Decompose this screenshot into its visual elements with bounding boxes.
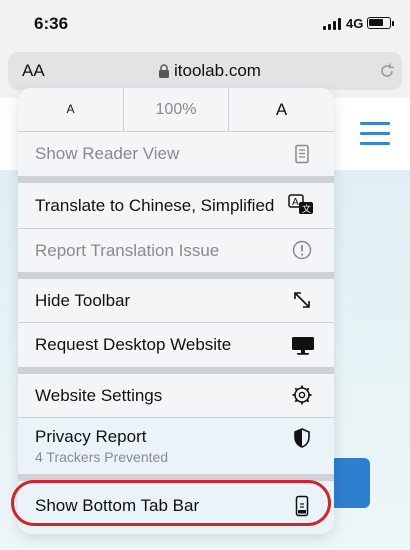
highlight-annotation — [11, 480, 331, 526]
menu-item-hide-toolbar[interactable]: Hide Toolbar — [18, 279, 334, 322]
privacy-report-label: Privacy Report — [35, 427, 147, 446]
exclamation-circle-icon — [292, 240, 312, 260]
url-text[interactable]: itoolab.com — [174, 61, 261, 81]
trackers-prevented-label: 4 Trackers Prevented — [35, 449, 169, 465]
request-desktop-label: Request Desktop Website — [35, 335, 232, 354]
arrows-expand-icon — [294, 292, 310, 308]
reader-view-label: Show Reader View — [35, 144, 180, 163]
status-time: 6:36 — [34, 14, 69, 33]
zoom-level: 100% — [155, 101, 197, 118]
reader-view-icon — [295, 144, 309, 164]
menu-item-translate[interactable]: Translate to Chinese, Simplified A 文 — [18, 183, 334, 228]
reload-icon[interactable] — [378, 62, 396, 80]
hamburger-menu-icon[interactable] — [360, 122, 390, 146]
font-size-controls: A 100% A — [18, 88, 334, 131]
shield-icon — [294, 428, 310, 448]
website-settings-label: Website Settings — [35, 386, 163, 405]
menu-item-request-desktop[interactable]: Request Desktop Website — [18, 323, 334, 367]
lock-icon — [159, 64, 169, 78]
menu-item-privacy-report[interactable]: Privacy Report 4 Trackers Prevented — [18, 418, 334, 474]
report-translation-label: Report Translation Issue — [35, 241, 220, 260]
address-bar[interactable]: AA itoolab.com — [8, 52, 402, 90]
menu-item-reader-view[interactable]: Show Reader View — [18, 132, 334, 176]
page-button[interactable] — [330, 458, 370, 508]
battery-icon — [367, 17, 391, 29]
decrease-text-button[interactable]: A — [18, 88, 123, 131]
svg-text:A: A — [292, 197, 299, 208]
page-settings-button[interactable]: AA — [22, 61, 45, 81]
page-menu: A 100% A Show Reader View Translate to C… — [18, 88, 334, 534]
increase-text-button[interactable]: A — [229, 88, 334, 131]
hide-toolbar-label: Hide Toolbar — [35, 291, 131, 310]
svg-text:文: 文 — [302, 203, 311, 215]
desktop-icon — [292, 337, 314, 355]
battery-cap — [392, 21, 394, 26]
signal-icon — [323, 18, 343, 30]
translate-label: Translate to Chinese, Simplified — [35, 196, 275, 215]
translate-icon: A 文 — [288, 194, 313, 215]
gear-icon — [292, 385, 312, 405]
network-label: 4G — [346, 16, 364, 31]
menu-item-website-settings[interactable]: Website Settings — [18, 374, 334, 417]
menu-item-report-translation[interactable]: Report Translation Issue — [18, 229, 334, 272]
status-bar: 6:36 4G — [0, 0, 410, 48]
